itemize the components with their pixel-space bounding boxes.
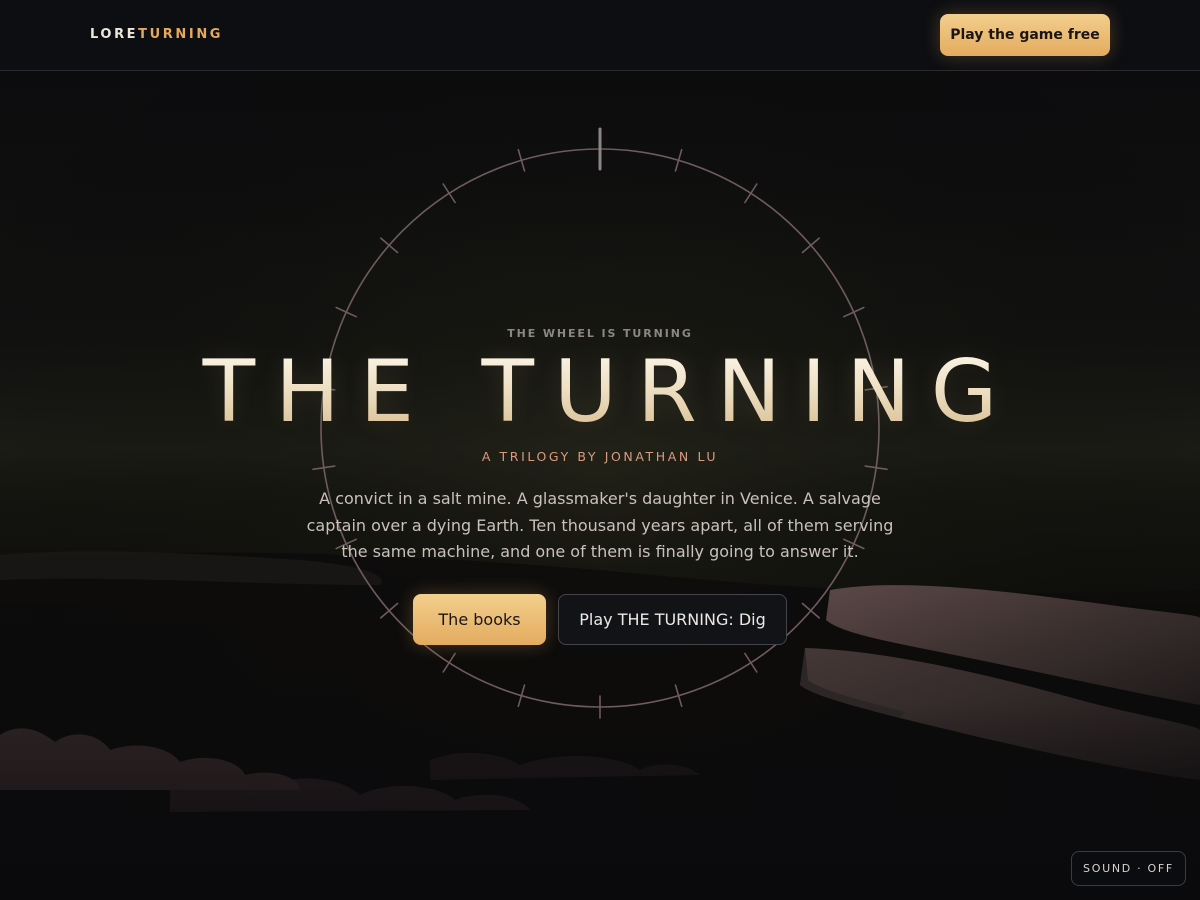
hero-section: THE WHEEL IS TURNING THE TURNING A TRILO… (0, 0, 1200, 900)
page: LORETURNING Play the game free THE WHEEL… (0, 0, 1200, 900)
books-button[interactable]: The books (413, 594, 546, 645)
play-dig-button[interactable]: Play THE TURNING: Dig (558, 594, 787, 645)
site-header: LORETURNING Play the game free (0, 0, 1200, 71)
brand-logo[interactable]: LORETURNING (90, 27, 223, 43)
play-game-free-button[interactable]: Play the game free (940, 14, 1110, 56)
brand-wordmark-part1: LORE (90, 27, 139, 42)
hero-byline: A TRILOGY BY JONATHAN LU (481, 449, 719, 464)
sound-toggle-button[interactable]: SOUND · OFF (1071, 851, 1186, 886)
hero-eyebrow: THE WHEEL IS TURNING (507, 327, 693, 340)
brand-wordmark-part2: TURNING (138, 27, 224, 42)
hero-title: THE TURNING (0, 344, 1200, 440)
hero-blurb: A convict in a salt mine. A glassmaker's… (306, 489, 894, 561)
